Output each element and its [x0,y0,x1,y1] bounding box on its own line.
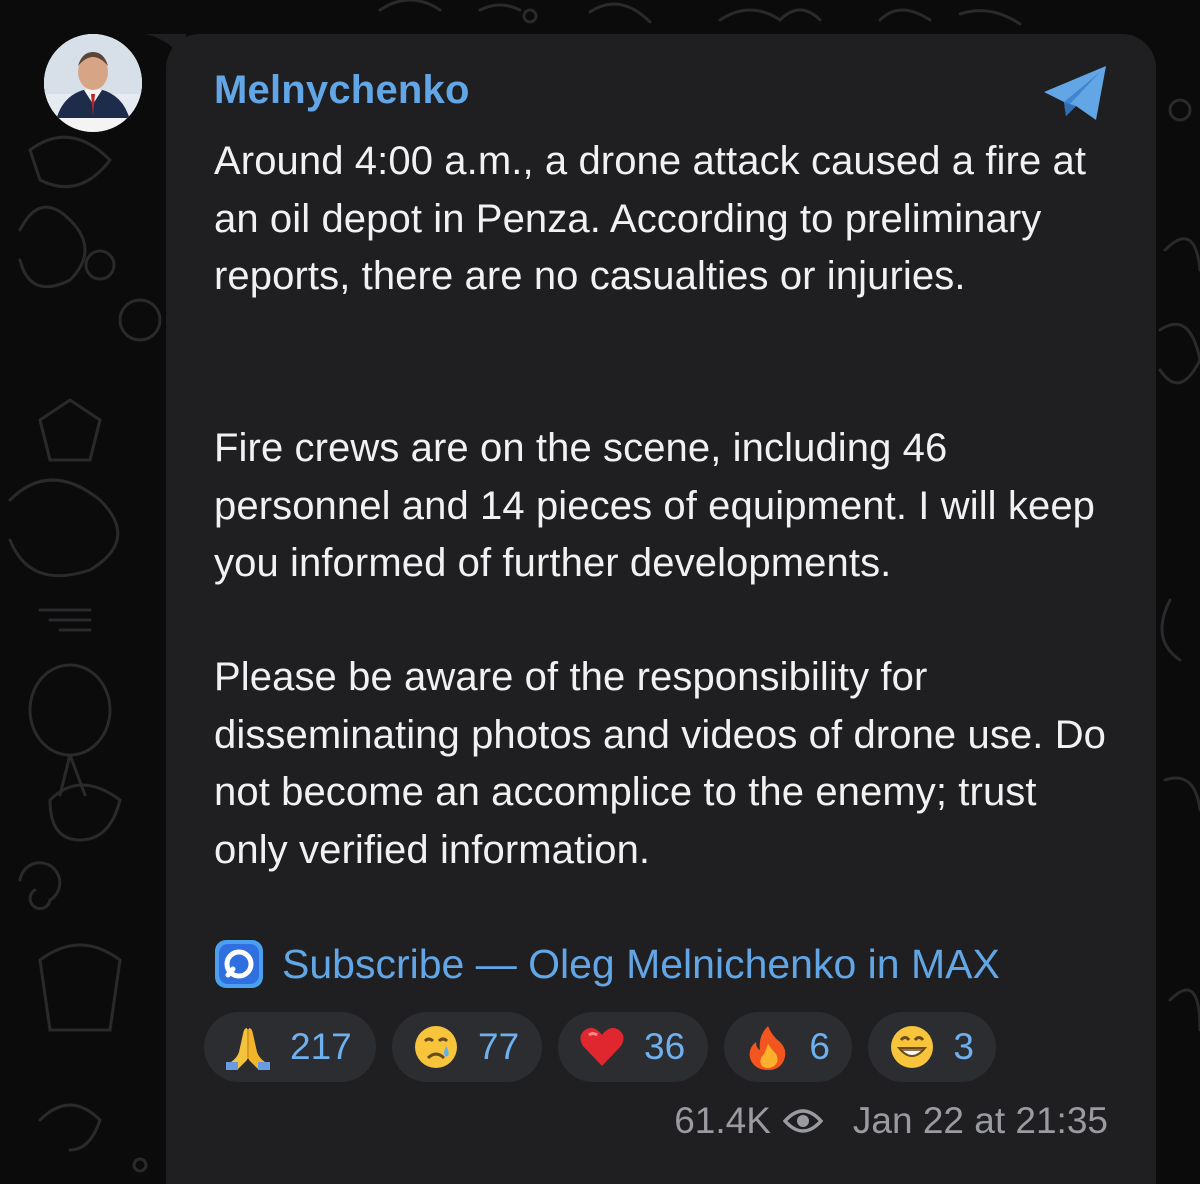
reaction-count: 217 [290,1026,352,1067]
fire-icon [744,1023,791,1071]
crying-face-icon [412,1023,460,1071]
reaction-count: 6 [809,1026,830,1067]
reaction-red-heart[interactable]: 36 [558,1012,708,1082]
reaction-fire[interactable]: 6 [724,1012,852,1082]
telegram-share-icon[interactable] [1040,62,1112,124]
subscribe-row[interactable]: Subscribe — Oleg Melnichenko in MAX [214,936,1000,992]
channel-avatar[interactable] [44,34,142,132]
max-app-icon [215,940,263,988]
message-paragraph-3: Please be aware of the responsibility fo… [214,655,1107,872]
reaction-count: 36 [644,1026,686,1067]
reaction-crying-face[interactable]: 77 [392,1012,542,1082]
message-timestamp: Jan 22 at 21:35 [852,1100,1108,1141]
subscribe-link[interactable]: Subscribe — Oleg Melnichenko in MAX [282,941,1000,988]
reactions-bar: 217 77 36 6 3 [204,1012,996,1082]
message-paragraph-1: Around 4:00 a.m., a drone attack caused … [214,139,1087,298]
message-paragraph-2: Fire crews are on the scene, including 4… [214,426,1096,585]
channel-name[interactable]: Melnychenko [214,68,470,113]
reaction-folded-hands[interactable]: 217 [204,1012,376,1082]
views-eye-icon [782,1109,823,1133]
reaction-count: 3 [953,1026,974,1067]
view-count: 61.4K [674,1100,771,1141]
message-meta: 61.4K Jan 22 at 21:35 [674,1100,1108,1142]
avatar-portrait-image [44,34,142,132]
reaction-grinning-face[interactable]: 3 [868,1012,996,1082]
reaction-count: 77 [478,1026,520,1067]
grinning-face-icon [888,1023,935,1071]
folded-hands-icon [224,1023,272,1071]
red-heart-icon [578,1023,626,1071]
